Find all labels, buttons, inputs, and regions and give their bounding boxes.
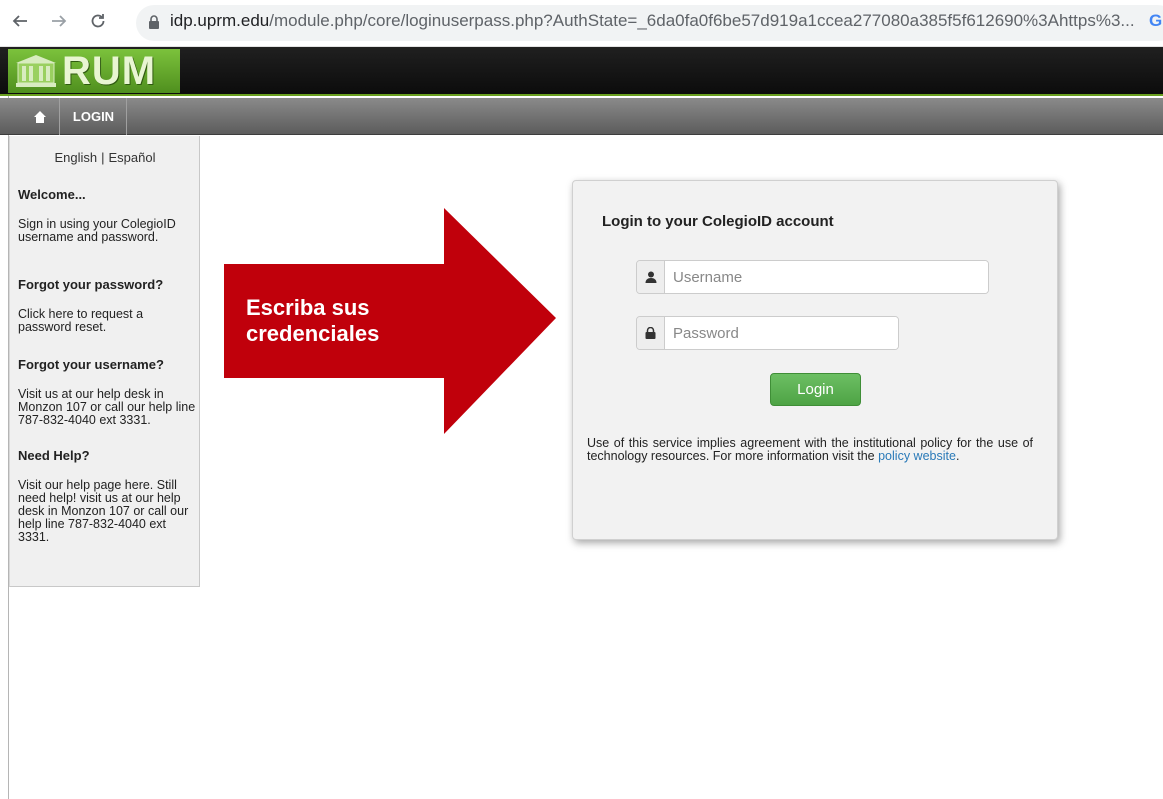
forgot-password-heading: Forgot your password? xyxy=(18,277,164,292)
language-selector: English | Español xyxy=(10,150,200,165)
policy-notice: Use of this service implies agreement wi… xyxy=(587,437,1033,463)
need-help-heading: Need Help? xyxy=(18,448,90,463)
site-header: RUM xyxy=(0,47,1163,96)
username-group xyxy=(636,260,989,294)
password-input[interactable] xyxy=(665,317,898,349)
login-card-title: Login to your ColegioID account xyxy=(602,213,834,230)
password-group xyxy=(636,316,899,350)
lock-icon[interactable] xyxy=(144,12,164,32)
annotation-line-2: credenciales xyxy=(246,321,380,346)
need-help-text[interactable]: Visit our help page here. Still need hel… xyxy=(18,479,196,544)
home-icon xyxy=(33,110,46,123)
url-path: /module.php/core/loginuserpass.php?AuthS… xyxy=(269,11,1135,30)
policy-link[interactable]: policy website xyxy=(878,449,956,463)
welcome-text: Sign in using your ColegioID username an… xyxy=(18,217,176,244)
forgot-password-text[interactable]: Click here to request a password reset. xyxy=(18,308,196,334)
back-arrow-icon[interactable] xyxy=(8,9,32,33)
reload-icon[interactable] xyxy=(86,9,110,33)
notice-text: Use of this service implies agreement wi… xyxy=(587,436,1033,463)
url-text[interactable]: idp.uprm.edu/module.php/core/loginuserpa… xyxy=(170,11,1135,31)
user-icon xyxy=(637,261,665,293)
lang-separator: | xyxy=(101,150,105,165)
url-host: idp.uprm.edu xyxy=(170,11,270,30)
lang-english[interactable]: English xyxy=(54,150,97,165)
forgot-username-text: Visit us at our help desk in Monzon 107 … xyxy=(18,387,196,427)
site-logo[interactable]: RUM xyxy=(8,49,180,93)
login-button[interactable]: Login xyxy=(770,373,861,406)
menu-login[interactable]: LOGIN xyxy=(61,98,127,135)
login-card: Login to your ColegioID account Login Us… xyxy=(572,180,1058,540)
sidebar: English | Español Welcome... Sign in using… xyxy=(9,136,200,587)
logo-text: RUM xyxy=(62,49,157,93)
building-logo-icon xyxy=(16,55,56,87)
forward-arrow-icon[interactable] xyxy=(47,9,71,33)
main-menu: LOGIN xyxy=(0,98,1163,135)
padlock-icon xyxy=(637,317,665,349)
lang-spanish[interactable]: Español xyxy=(109,150,156,165)
username-input[interactable] xyxy=(665,261,988,293)
extension-icon[interactable]: G xyxy=(1149,11,1162,31)
home-button[interactable] xyxy=(20,98,60,135)
welcome-heading: Welcome... xyxy=(18,187,86,202)
notice-end: . xyxy=(955,449,960,463)
browser-toolbar: idp.uprm.edu/module.php/core/loginuserpa… xyxy=(0,0,1163,47)
forgot-username-heading: Forgot your username? xyxy=(18,357,164,372)
annotation-line-1: Escriba sus xyxy=(246,295,370,320)
annotation-text: Escriba sus credenciales xyxy=(246,295,379,347)
